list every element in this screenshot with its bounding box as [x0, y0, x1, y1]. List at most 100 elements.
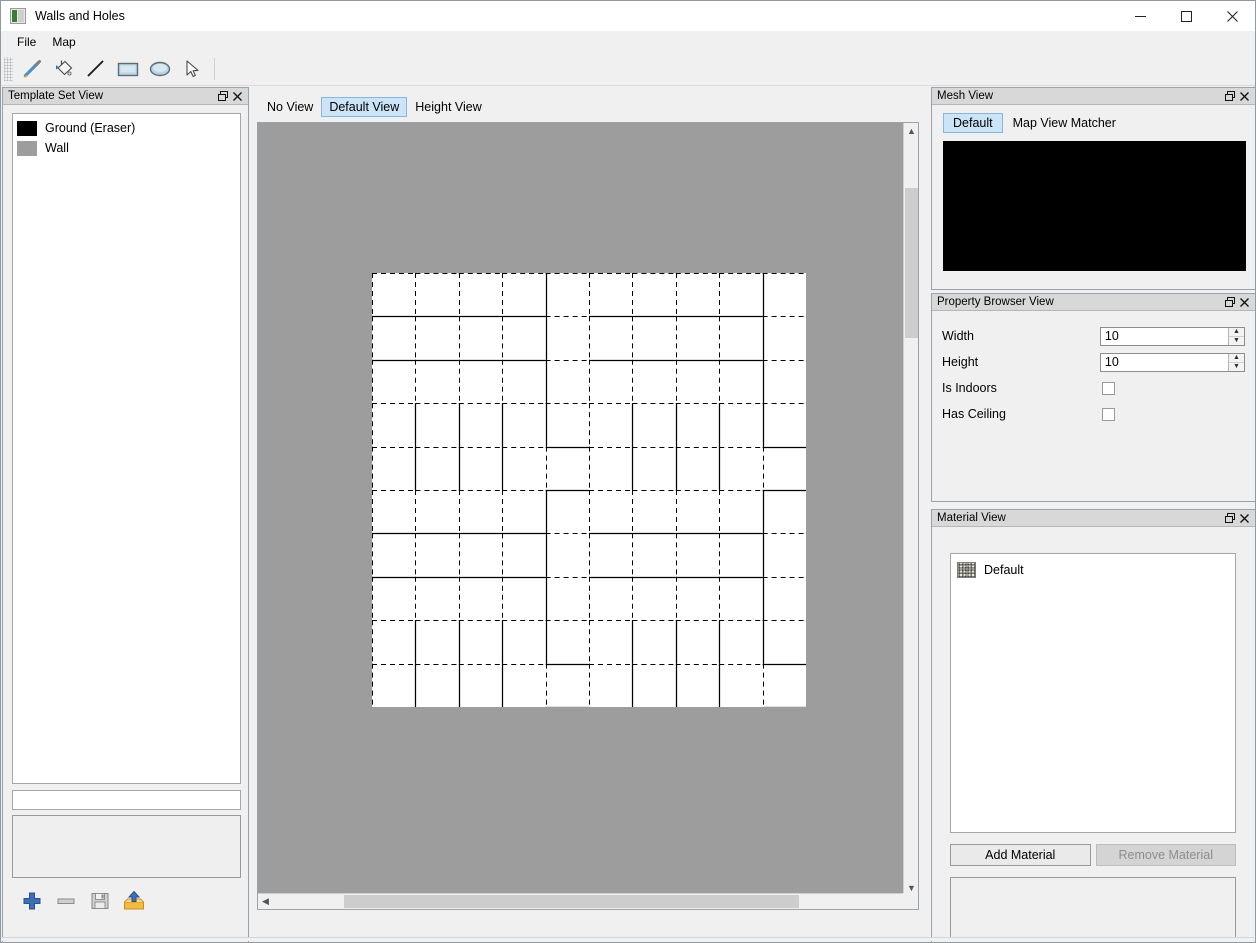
save-template-set-button[interactable] [87, 888, 113, 914]
tab-no-view[interactable]: No View [259, 97, 321, 117]
float-icon [217, 91, 228, 101]
window-controls [1117, 1, 1255, 31]
app-icon [10, 8, 26, 24]
fill-tool-button[interactable] [50, 55, 78, 83]
mesh-view-body: Default Map View Matcher [932, 105, 1255, 289]
has-ceiling-checkbox[interactable] [1102, 407, 1115, 421]
close-icon [1240, 297, 1249, 307]
property-browser-close-button[interactable] [1237, 295, 1252, 310]
mesh-view-float-button[interactable] [1222, 89, 1237, 104]
height-stepper[interactable]: ▲ ▼ [1228, 353, 1244, 371]
property-browser-float-button[interactable] [1222, 295, 1237, 310]
material-detail-box [950, 877, 1236, 940]
property-label: Has Ceiling [942, 407, 1006, 421]
material-view-panel: Material View Default Add Material Remov… [931, 509, 1255, 942]
maximize-icon [1180, 10, 1192, 22]
scrollbar-corner [903, 893, 918, 909]
property-browser-titlebar: Property Browser View [932, 294, 1255, 311]
map-canvas[interactable] [258, 123, 904, 895]
chevron-left-icon[interactable]: ◀ [258, 894, 273, 909]
toolbar-grip[interactable] [4, 57, 13, 81]
paint-bucket-icon [56, 60, 73, 76]
scrollbar-thumb[interactable] [905, 188, 918, 338]
window-title: Walls and Holes [35, 9, 125, 23]
template-detail-box [12, 815, 241, 878]
float-icon [1224, 297, 1235, 307]
menu-bar: File Map [1, 31, 1255, 53]
tab-default-view[interactable]: Default View [321, 97, 408, 117]
is-indoors-checkbox[interactable] [1102, 381, 1115, 395]
remove-template-button[interactable] [53, 888, 79, 914]
add-material-button[interactable]: Add Material [950, 844, 1091, 866]
tab-mesh-default[interactable]: Default [943, 113, 1003, 133]
select-tool-button[interactable] [178, 55, 206, 83]
template-action-bar [12, 888, 241, 914]
list-item[interactable]: Ground (Eraser) [13, 118, 240, 138]
list-item[interactable]: Wall [13, 138, 240, 158]
application-window: Walls and Holes File Map Template Set Vi… [0, 0, 1256, 943]
template-list[interactable]: Ground (Eraser) Wall [12, 113, 241, 784]
minimize-button[interactable] [1117, 1, 1163, 31]
mesh-view-close-button[interactable] [1237, 89, 1252, 104]
mesh-view-titlebar: Mesh View [932, 88, 1255, 105]
rectangle-icon [117, 62, 139, 77]
mesh-view-tab-bar: Default Map View Matcher [943, 113, 1244, 133]
property-label: Width [942, 329, 974, 343]
canvas-horizontal-scrollbar[interactable]: ◀ ▶ [258, 893, 918, 909]
height-spinbox[interactable]: 10 ▲ ▼ [1099, 352, 1245, 372]
template-set-view-title: Template Set View [8, 90, 104, 102]
property-browser-title: Property Browser View [937, 296, 1054, 308]
add-template-button[interactable] [19, 888, 45, 914]
chevron-up-icon[interactable]: ▲ [904, 123, 918, 138]
remove-material-button: Remove Material [1095, 844, 1236, 866]
stepper-up-icon[interactable]: ▲ [1229, 328, 1244, 337]
tab-map-view-matcher[interactable]: Map View Matcher [1003, 113, 1126, 133]
material-button-row: Add Material Remove Material [950, 844, 1236, 866]
template-set-view-close-button[interactable] [230, 89, 245, 104]
line-icon [87, 60, 104, 77]
plus-icon [23, 892, 41, 910]
close-icon [1240, 91, 1249, 101]
mesh-view-title: Mesh View [937, 90, 994, 102]
load-template-set-button[interactable] [121, 888, 147, 914]
ellipse-tool-button[interactable] [146, 55, 174, 83]
property-label: Height [942, 355, 979, 369]
material-view-float-button[interactable] [1222, 511, 1237, 526]
brush-tool-button[interactable] [18, 55, 46, 83]
scrollbar-thumb[interactable] [344, 895, 799, 908]
maximize-button[interactable] [1163, 1, 1209, 31]
minimize-icon [1134, 15, 1146, 17]
line-tool-button[interactable] [82, 55, 110, 83]
template-color-swatch [17, 140, 37, 156]
menu-map[interactable]: Map [44, 32, 83, 52]
material-view-body: Default Add Material Remove Material [932, 527, 1255, 942]
canvas-vertical-scrollbar[interactable]: ▲ ▼ [903, 123, 918, 895]
paintbrush-icon [23, 60, 41, 78]
template-set-view-float-button[interactable] [215, 89, 230, 104]
stepper-down-icon[interactable]: ▼ [1229, 337, 1244, 345]
stepper-down-icon[interactable]: ▼ [1229, 363, 1244, 371]
map-grid[interactable] [372, 273, 806, 707]
close-button[interactable] [1209, 1, 1255, 31]
rectangle-tool-button[interactable] [114, 55, 142, 83]
menu-file[interactable]: File [9, 32, 44, 52]
property-row-is-indoors: Is Indoors [942, 375, 1245, 401]
width-stepper[interactable]: ▲ ▼ [1228, 327, 1244, 345]
tab-height-view[interactable]: Height View [407, 97, 489, 117]
template-name-input[interactable] [12, 790, 241, 810]
property-row-height: Height 10 ▲ ▼ [942, 349, 1245, 375]
close-icon [233, 91, 242, 101]
tool-bar [1, 53, 1255, 86]
toolbar-separator [214, 58, 215, 80]
list-item[interactable]: Default [951, 559, 1235, 581]
template-label: Ground (Eraser) [45, 121, 136, 135]
close-icon [1240, 513, 1249, 523]
material-view-close-button[interactable] [1237, 511, 1252, 526]
center-area: No View Default View Height View ▲ ▼ ◀ ▶ [251, 87, 929, 942]
template-set-view-body: Ground (Eraser) Wall [3, 105, 248, 942]
width-spinbox[interactable]: 10 ▲ ▼ [1099, 326, 1245, 346]
stepper-up-icon[interactable]: ▲ [1229, 354, 1244, 363]
material-list[interactable]: Default [950, 553, 1236, 833]
mesh-preview-viewport[interactable] [943, 141, 1246, 271]
height-value: 10 [1104, 355, 1119, 369]
